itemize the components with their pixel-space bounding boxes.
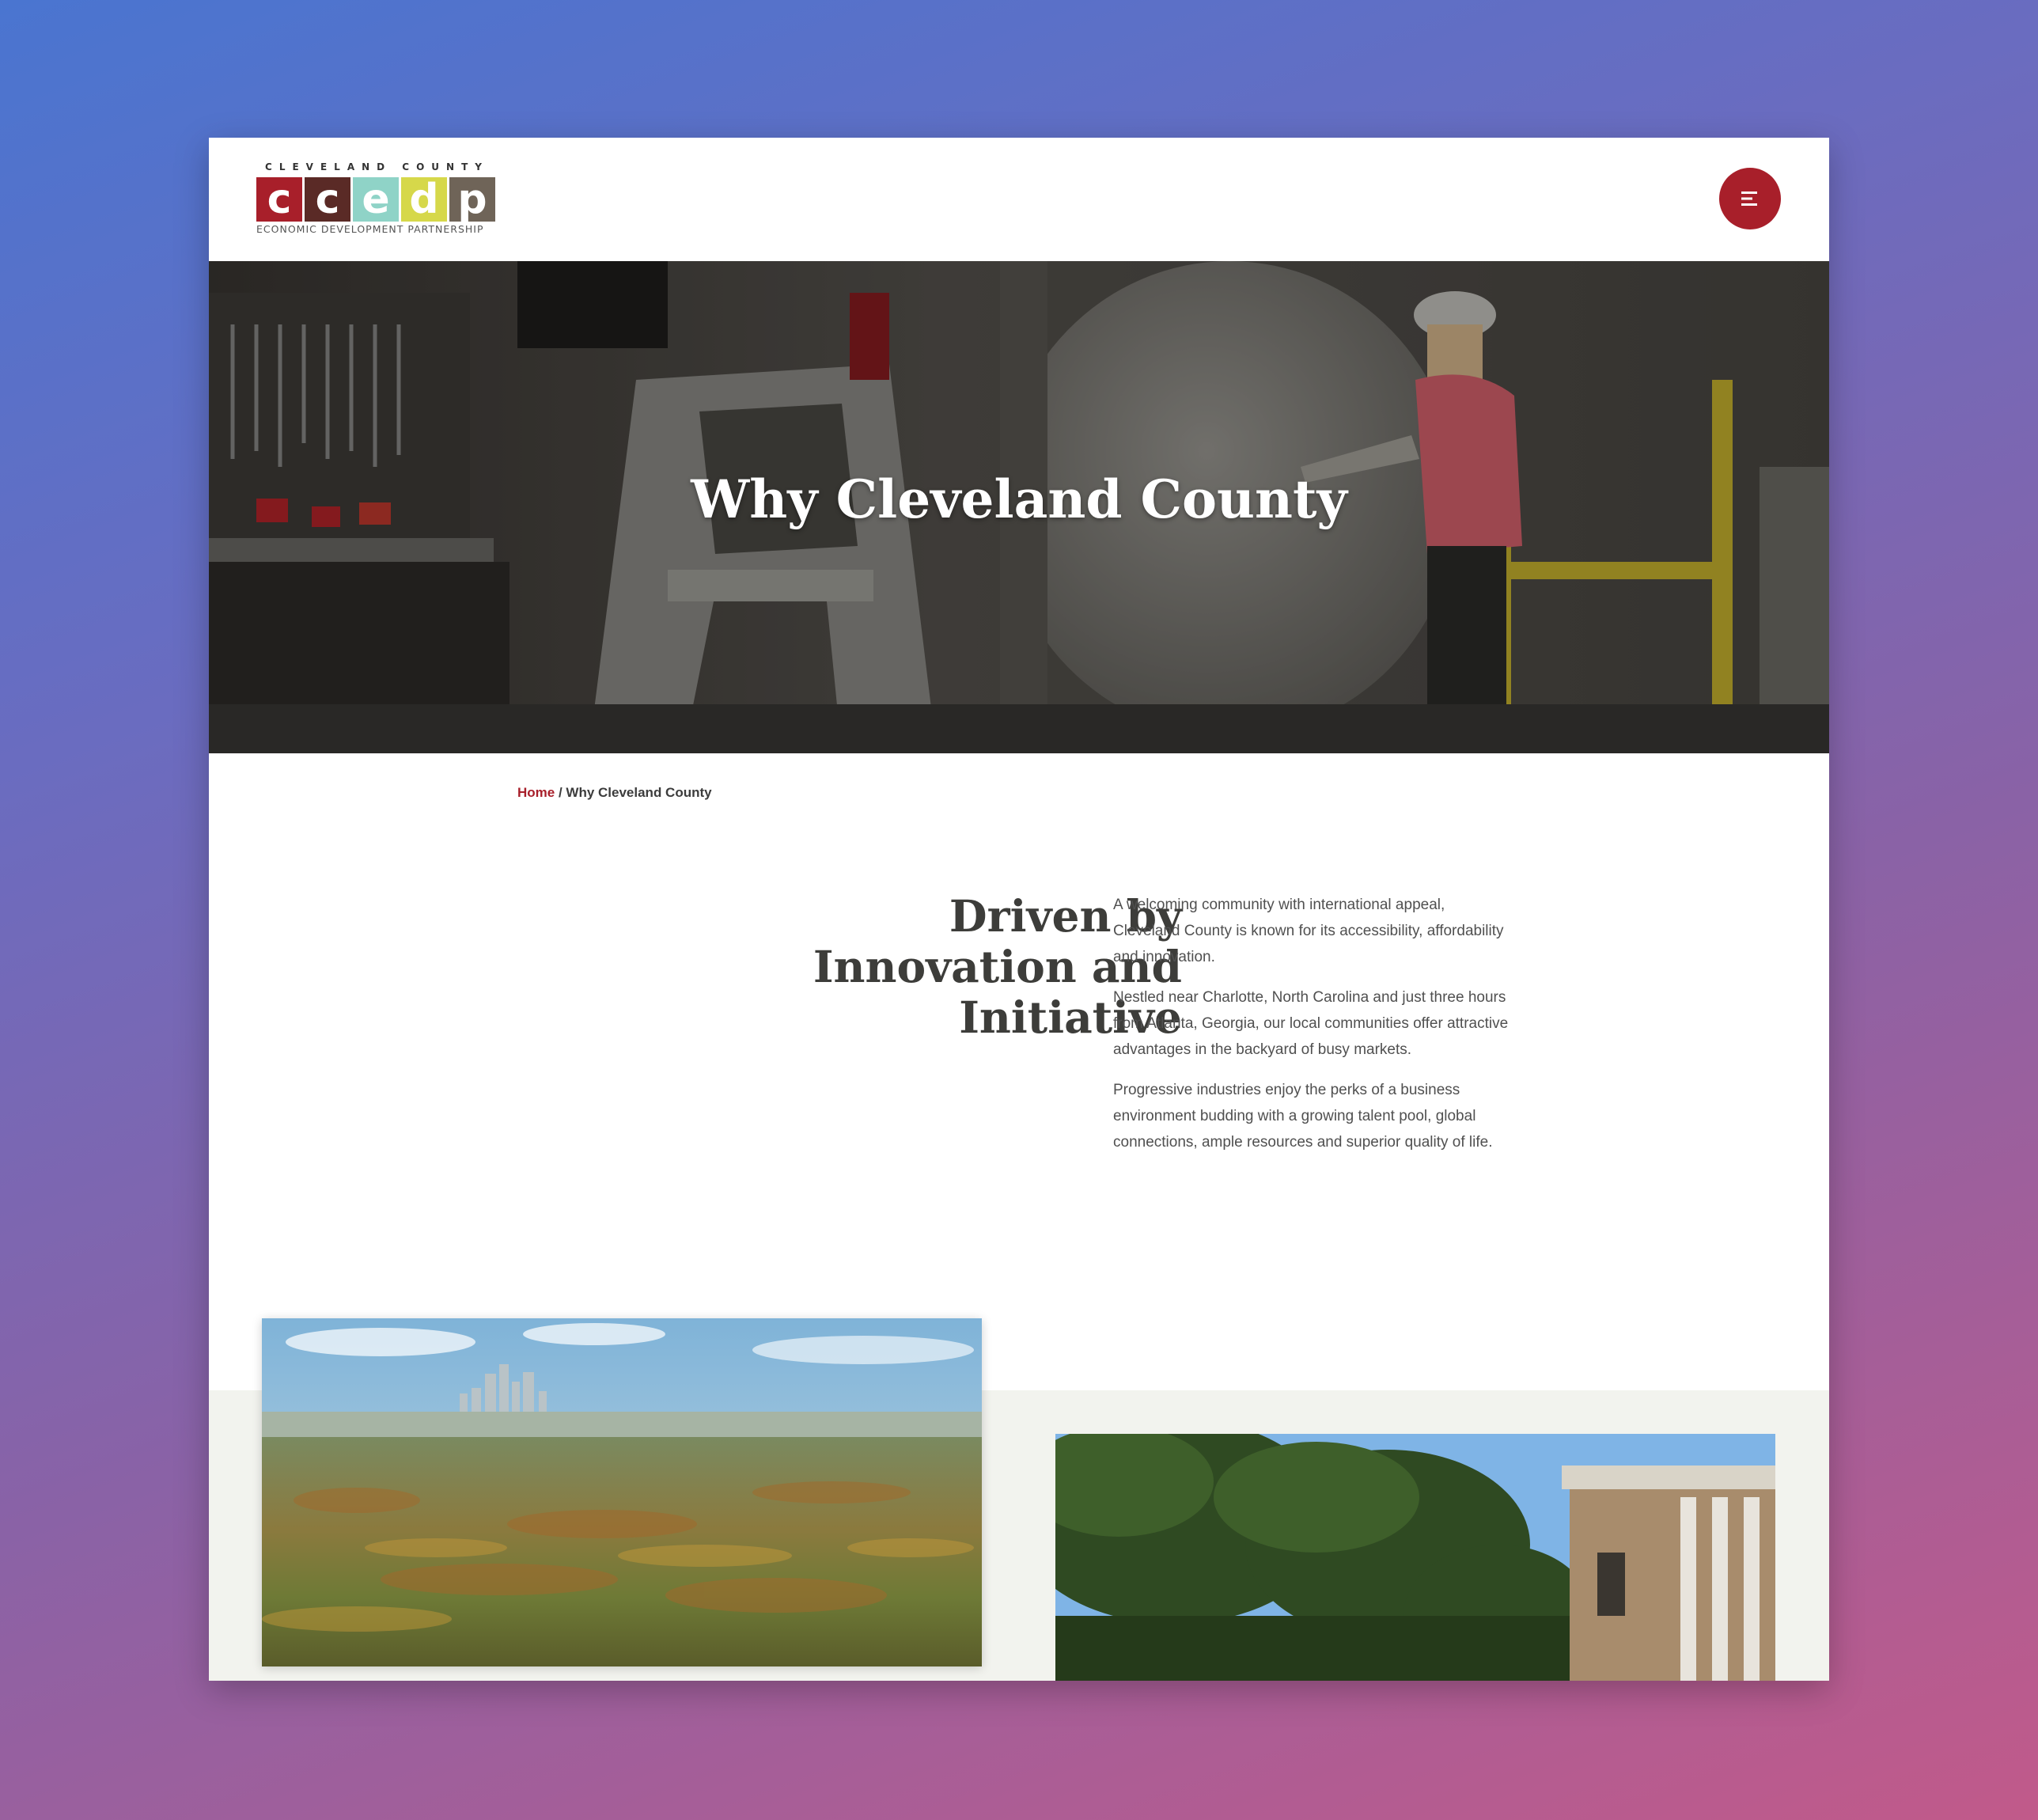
- logo-letter-tiles: c c e d p: [256, 177, 495, 222]
- intro-paragraph-1: A welcoming community with international…: [1113, 897, 1504, 965]
- ccedp-logo[interactable]: CLEVELAND COUNTY c c e d p ECONOMIC DEVE…: [256, 161, 498, 237]
- breadcrumb-home-link[interactable]: Home: [517, 785, 555, 800]
- intro-text: A welcoming community with international…: [1113, 892, 1509, 1170]
- browser-page-frame: CLEVELAND COUNTY c c e d p ECONOMIC DEVE…: [209, 138, 1829, 1681]
- breadcrumb: Home / Why Cleveland County: [517, 785, 712, 801]
- intro-paragraph-3: Progressive industries enjoy the perks o…: [1113, 1082, 1493, 1151]
- logo-tile-c1: c: [256, 177, 302, 222]
- intro-heading-line-3: Initiative: [959, 992, 1182, 1043]
- hero-banner: Why Cleveland County: [209, 261, 1829, 753]
- logo-tile-c2: c: [305, 177, 350, 222]
- intro-heading: Driven by Innovation and Initiative: [581, 891, 1182, 1043]
- site-header: CLEVELAND COUNTY c c e d p ECONOMIC DEVE…: [209, 138, 1829, 261]
- intro-heading-line-2: Innovation and: [813, 941, 1182, 992]
- logo-tile-p: p: [449, 177, 495, 222]
- logo-top-text: CLEVELAND COUNTY: [265, 161, 489, 173]
- breadcrumb-current: Why Cleveland County: [566, 785, 712, 800]
- logo-bottom-text: ECONOMIC DEVELOPMENT PARTNERSHIP: [256, 223, 484, 235]
- breadcrumb-separator: /: [555, 785, 566, 800]
- menu-button[interactable]: [1719, 168, 1781, 229]
- logo-tile-e: e: [353, 177, 399, 222]
- intro-paragraph-2: Nestled near Charlotte, North Carolina a…: [1113, 989, 1509, 1058]
- logo-tile-d: d: [401, 177, 447, 222]
- courthouse-photo: [1055, 1434, 1775, 1681]
- page-title: Why Cleveland County: [691, 468, 1347, 530]
- hamburger-menu-icon: [1741, 191, 1757, 206]
- charlotte-skyline-photo: [262, 1318, 982, 1666]
- intro-heading-line-1: Driven by: [949, 890, 1182, 942]
